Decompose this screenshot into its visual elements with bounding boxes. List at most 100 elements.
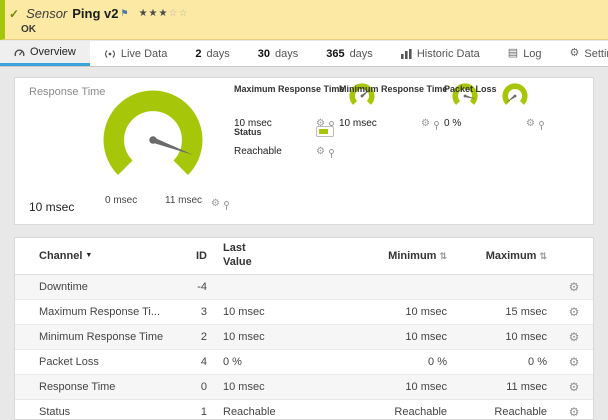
cell-last-value: Reachable [223, 405, 276, 418]
channel-settings-icon[interactable]: ⚙ [569, 405, 580, 419]
cell-last-value: 0 % [223, 355, 242, 368]
sort-icon[interactable]: ⇅ [439, 251, 447, 261]
priority-flag-icon: ⚑ [120, 8, 129, 18]
tab-bar: Overview Live Data 2 days 30 days 365 da… [0, 41, 608, 67]
packet-loss-gauge [501, 83, 528, 105]
tab-overview[interactable]: Overview [0, 41, 90, 66]
header-label: Channel [39, 249, 83, 262]
overview-content: Response Time 0 msec 11 msec 10 msec ⚙ M… [0, 67, 608, 420]
channel-settings-icon[interactable]: ⚙ [569, 305, 580, 319]
pin-icon[interactable] [223, 201, 229, 210]
cell-maximum [455, 283, 555, 291]
cell-last-value: 10 msec [223, 380, 265, 393]
mini-gauge-max-response: Maximum Response Time 10 msec ⚙ [234, 83, 375, 130]
cell-channel: Status [39, 405, 71, 418]
gauge-action-icons: ⚙ [211, 198, 229, 210]
gear-icon: ⚙ [569, 47, 580, 59]
cell-channel: Maximum Response Ti... [39, 305, 161, 318]
tab-label: days [206, 47, 230, 60]
tab-historic-data[interactable]: Historic Data [387, 41, 494, 66]
cell-minimum: 10 msec [405, 305, 447, 318]
channel-settings-icon[interactable]: ⚙ [569, 280, 580, 294]
status-channel-label: Status [234, 126, 262, 137]
status-badge: OK [21, 24, 36, 35]
log-icon: ▤ [507, 47, 519, 59]
header-maximum[interactable]: Maximum ⇅ [455, 246, 555, 266]
mini-gauge-value: 0 % [444, 118, 462, 129]
cell-id: 4 [200, 355, 207, 368]
gear-icon[interactable]: ⚙ [526, 118, 535, 129]
gear-icon[interactable]: ⚙ [316, 146, 325, 157]
tab-log[interactable]: ▤ Log [494, 41, 556, 66]
header-label: Minimum [388, 249, 437, 262]
primary-channel-value: 10 msec [29, 200, 75, 214]
tab-label: days [349, 47, 373, 60]
mini-gauge-title: Minimum Response Time [339, 84, 448, 94]
status-channel-value: Reachable [234, 146, 282, 157]
tab-label: Log [523, 47, 542, 60]
pin-icon[interactable] [539, 121, 544, 130]
table-row: Packet Loss 4 0 % 0 % 0 % ⚙ [15, 350, 593, 375]
cell-id: 1 [200, 405, 207, 418]
overview-gauge-icon [14, 48, 25, 57]
tab-label: days [274, 47, 299, 60]
stars-filled: ★★★ [138, 8, 169, 19]
cell-minimum: 0 % [428, 355, 447, 368]
sort-desc-icon[interactable]: ▼ [85, 252, 92, 259]
channels-table: Channel ▼ ID Last Value Minimum ⇅ Maximum ⇅… [14, 237, 594, 420]
historic-data-chart-icon [400, 48, 412, 59]
header-label: Last Value [223, 242, 252, 268]
table-row: Downtime -4 ⚙ [15, 274, 593, 300]
cell-last-value: 10 msec [223, 305, 265, 318]
gauges-panel: Response Time 0 msec 11 msec 10 msec ⚙ M… [14, 77, 594, 225]
header-settings-column [555, 252, 593, 260]
tab-30-days[interactable]: 30 days [244, 41, 313, 66]
table-row: Minimum Response Time 2 10 msec 10 msec … [15, 324, 593, 350]
gauge-scale-max: 11 msec [165, 195, 203, 206]
pin-icon[interactable] [434, 121, 439, 130]
cell-last-value: 10 msec [223, 330, 265, 343]
pin-icon[interactable] [329, 149, 334, 158]
tab-number: 30 [257, 47, 270, 60]
header-channel[interactable]: Channel ▼ [15, 246, 175, 266]
gauge-scale-min: 0 msec [105, 195, 138, 206]
header-minimum[interactable]: Minimum ⇅ [325, 246, 455, 266]
cell-id: 3 [200, 305, 207, 318]
sort-icon[interactable]: ⇅ [539, 251, 547, 261]
cell-minimum: 10 msec [405, 330, 447, 343]
header-last-value[interactable]: Last Value [215, 238, 325, 274]
table-row: Status 1 Reachable Reachable Reachable ⚙ [15, 400, 593, 420]
cell-channel: Downtime [39, 280, 88, 293]
response-time-gauge [103, 90, 203, 175]
channel-settings-icon[interactable]: ⚙ [569, 330, 580, 344]
tab-label: Historic Data [416, 47, 480, 60]
cell-maximum: 11 msec [506, 380, 547, 393]
table-row: Response Time 0 10 msec 10 msec 11 msec … [15, 374, 593, 400]
header-id[interactable]: ID [175, 246, 215, 266]
mini-gauge-title: Maximum Response Time [234, 84, 345, 94]
cell-id: -4 [197, 280, 207, 293]
status-check-icon: ✓ [9, 6, 20, 21]
cell-minimum [325, 283, 455, 291]
cell-minimum: Reachable [394, 405, 447, 418]
tab-365-days[interactable]: 365 days [312, 41, 387, 66]
channel-settings-icon[interactable]: ⚙ [569, 355, 580, 369]
tab-settings[interactable]: ⚙ Settings [556, 41, 608, 66]
tab-number: 365 [326, 47, 345, 60]
channel-settings-icon[interactable]: ⚙ [569, 380, 580, 394]
page-title: Ping v2 [72, 6, 119, 21]
sensor-header: ✓ Sensor Ping v2 ⚑ ★★★☆☆ OK [0, 0, 608, 40]
gear-icon[interactable]: ⚙ [211, 198, 220, 209]
mini-gauge-value: 10 msec [339, 118, 377, 129]
tab-2-days[interactable]: 2 days [181, 41, 243, 66]
cell-id: 0 [200, 380, 207, 393]
table-row: Maximum Response Ti... 3 10 msec 10 msec… [15, 300, 593, 325]
cell-maximum: 15 msec [505, 305, 547, 318]
priority-star-rating[interactable]: ★★★☆☆ [139, 8, 189, 19]
cell-channel: Packet Loss [39, 355, 99, 368]
cell-maximum: 10 msec [505, 330, 547, 343]
tab-live-data[interactable]: Live Data [90, 41, 181, 66]
header-label: Maximum [485, 249, 537, 262]
gear-icon[interactable]: ⚙ [421, 118, 430, 129]
mini-gauge-title: Packet Loss [444, 84, 497, 94]
